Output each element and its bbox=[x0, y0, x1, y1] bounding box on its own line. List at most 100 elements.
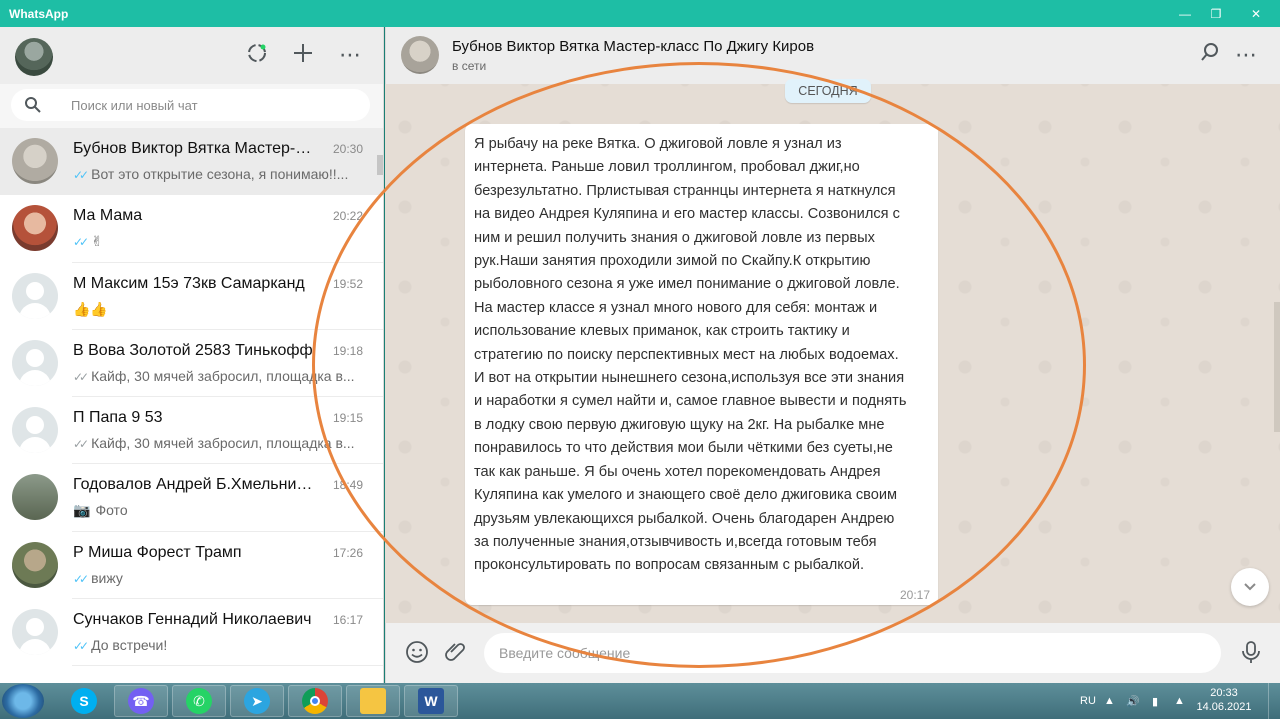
avatar bbox=[12, 407, 58, 454]
message-time: 20:17 bbox=[899, 588, 930, 602]
double-check-icon: ✓✓ bbox=[73, 639, 89, 654]
message-line: понравилось то что действия мои были чёт… bbox=[474, 440, 893, 457]
message-line: так как раньше. Я бы очень хотел пореком… bbox=[474, 463, 881, 480]
contact-avatar[interactable] bbox=[401, 36, 439, 74]
chat-name: В Вова Золотой 2583 Тинькофф bbox=[73, 341, 313, 359]
more-icon[interactable]: ⋯ bbox=[1233, 42, 1259, 68]
chat-name: Годовалов Андрей Б.Хмельницкий bbox=[73, 476, 318, 494]
window-title: WhatsApp bbox=[9, 7, 69, 21]
taskbar: S ☎ ✆ ➤ W RU ▲ 🔊 ▮ ▲ 20:33 14.06.2021 bbox=[0, 683, 1280, 719]
message-line: И вот на открытии нынешнего сезона,испол… bbox=[474, 370, 905, 387]
whatsapp-icon: ✆ bbox=[186, 688, 212, 714]
chat-time: 18:49 bbox=[332, 478, 363, 493]
tray-arrow-icon[interactable]: ▲ bbox=[1104, 683, 1115, 719]
chat-item[interactable]: Годовалов Андрей Б.Хмельницкий 18:49 📷 Фо… bbox=[0, 464, 383, 532]
taskbar-explorer[interactable] bbox=[346, 685, 400, 717]
chat-name: Бубнов Виктор Вятка Мастер-класс По Джиг… bbox=[73, 140, 318, 157]
taskbar-telegram[interactable]: ➤ bbox=[230, 685, 284, 717]
taskbar-viber[interactable]: ☎ bbox=[114, 685, 168, 717]
chat-item[interactable]: В Вова Золотой 2583 Тинькофф 19:18 ✓✓ Кай… bbox=[0, 329, 383, 398]
message-line: использование клевых приманок, как строи… bbox=[474, 323, 850, 340]
message-line: и наработки я сумел найти и, самое главн… bbox=[474, 393, 907, 410]
chat-preview: ✓✓ Кайф, 30 мячей забросил, площадка в... bbox=[73, 367, 355, 384]
message-line: рыболовного сезона я уже имел понимание … bbox=[474, 276, 900, 293]
chat-time: 19:18 bbox=[332, 343, 363, 358]
double-check-icon: ✓✓ bbox=[73, 571, 89, 586]
volume-icon[interactable]: 🔊 bbox=[1126, 683, 1140, 719]
battery-icon[interactable]: ▮ bbox=[1152, 683, 1158, 719]
chat-list-pane: ⋯ Бубнов Виктор Вятка Мастер-класс По Дж… bbox=[0, 27, 384, 683]
chat-time: 20:30 bbox=[332, 142, 363, 156]
message-text: Я рыбачу на реке Вятка. О джиговой ловле… bbox=[474, 133, 936, 578]
contact-status: в сети bbox=[452, 59, 487, 73]
compose-bar bbox=[385, 623, 1280, 683]
maximize-button[interactable]: ❐ bbox=[1196, 0, 1236, 27]
message-line: На мастер классе я узнал много нового дл… bbox=[474, 299, 878, 316]
taskbar-whatsapp[interactable]: ✆ bbox=[172, 685, 226, 717]
chrome-icon bbox=[302, 688, 328, 714]
chat-item[interactable]: Сунчаков Геннадий Николаевич 16:17 ✓✓ До … bbox=[0, 599, 383, 667]
search-input[interactable] bbox=[71, 89, 361, 121]
taskbar-word[interactable]: W bbox=[404, 685, 458, 717]
message-bubble[interactable]: Я рыбачу на реке Вятка. О джиговой ловле… bbox=[465, 124, 938, 605]
telegram-icon: ➤ bbox=[244, 688, 270, 714]
search-bar bbox=[0, 84, 383, 128]
chat-preview: ✓✓ Вот это открытие сезона, я понимаю!!..… bbox=[73, 166, 349, 182]
more-icon[interactable]: ⋯ bbox=[337, 42, 363, 68]
taskbar-chrome[interactable] bbox=[288, 685, 342, 717]
search-icon[interactable] bbox=[1197, 42, 1223, 68]
start-button[interactable] bbox=[2, 684, 44, 718]
chat-item[interactable]: Бубнов Виктор Вятка Мастер-класс По Джиг… bbox=[0, 128, 383, 196]
chat-name: Сунчаков Геннадий Николаевич bbox=[73, 611, 312, 629]
message-line: интернета. Раньше ловил троллингом, проб… bbox=[474, 159, 860, 176]
message-line: ним и решил получить знания о джиговой л… bbox=[474, 229, 875, 246]
chat-time: 17:26 bbox=[332, 545, 363, 560]
avatar bbox=[12, 339, 58, 386]
message-line: друзьям увлекающихся рыбалкой. Очень бла… bbox=[474, 510, 895, 527]
search-box[interactable] bbox=[11, 89, 370, 121]
language-indicator[interactable]: RU bbox=[1080, 683, 1096, 719]
message-line: Я рыбачу на реке Вятка. О джиговой ловле… bbox=[474, 136, 842, 152]
divider bbox=[72, 665, 383, 667]
taskbar-skype[interactable]: S bbox=[56, 685, 112, 717]
chat-preview: ✓✓ Кайф, 30 мячей забросил, площадка в... bbox=[73, 435, 355, 452]
message-input[interactable] bbox=[484, 633, 1221, 673]
new-chat-icon[interactable] bbox=[290, 42, 316, 68]
message-line: Куляпина как умелого и знающего своё дел… bbox=[474, 487, 898, 504]
chat-item[interactable]: Р Миша Форест Трамп 17:26 ✓✓ вижу bbox=[0, 531, 383, 600]
clock-time: 20:33 bbox=[1210, 687, 1238, 699]
chat-item[interactable]: Ма Мама 20:22 ✓✓ ✌ bbox=[0, 195, 383, 263]
avatar bbox=[12, 609, 58, 656]
chat-preview: ✓✓ вижу bbox=[73, 569, 123, 586]
message-line: безрезультатно. Прлистывая страннцы инте… bbox=[474, 182, 896, 199]
chat-preview: ✓✓ ✌ bbox=[73, 233, 103, 250]
double-check-icon: ✓✓ bbox=[73, 168, 89, 182]
network-icon[interactable]: ▲ bbox=[1174, 683, 1185, 719]
close-button[interactable]: ✕ bbox=[1236, 0, 1276, 27]
scroll-down-button[interactable] bbox=[1231, 568, 1269, 606]
chat-list-scrollbar[interactable] bbox=[377, 155, 383, 175]
avatar bbox=[12, 205, 58, 252]
system-clock[interactable]: 20:33 14.06.2021 bbox=[1196, 686, 1252, 714]
show-desktop-button[interactable] bbox=[1268, 683, 1280, 719]
conversation-header[interactable]: Бубнов Виктор Вятка Мастер-класс По Джиг… bbox=[385, 27, 1280, 84]
emoji-icon[interactable] bbox=[404, 640, 430, 666]
left-header: ⋯ bbox=[0, 27, 383, 84]
paperclip-icon[interactable] bbox=[443, 640, 469, 666]
message-line: стратегию по поиску перспективных мест н… bbox=[474, 346, 899, 363]
avatar bbox=[12, 541, 58, 588]
conversation-pane: Бубнов Виктор Вятка Мастер-класс По Джиг… bbox=[385, 27, 1280, 683]
clock-date: 14.06.2021 bbox=[1196, 701, 1252, 713]
status-icon[interactable] bbox=[244, 42, 270, 68]
chat-item[interactable]: М Максим 15э 73кв Самарканд 19:52 👍👍 bbox=[0, 262, 383, 330]
chat-name: Р Миша Форест Трамп bbox=[73, 543, 242, 561]
chat-item[interactable]: П Папа 9 53 19:15 ✓✓ Кайф, 30 мячей забро… bbox=[0, 397, 383, 465]
microphone-icon[interactable] bbox=[1238, 640, 1264, 666]
conversation-scrollbar[interactable] bbox=[1274, 302, 1280, 432]
chat-list: Бубнов Виктор Вятка Мастер-класс По Джиг… bbox=[0, 128, 383, 667]
viber-icon: ☎ bbox=[128, 688, 154, 714]
chat-time: 19:52 bbox=[332, 276, 363, 291]
my-avatar[interactable] bbox=[15, 38, 53, 76]
avatar bbox=[12, 138, 58, 184]
chat-name: М Максим 15э 73кв Самарканд bbox=[73, 274, 305, 292]
